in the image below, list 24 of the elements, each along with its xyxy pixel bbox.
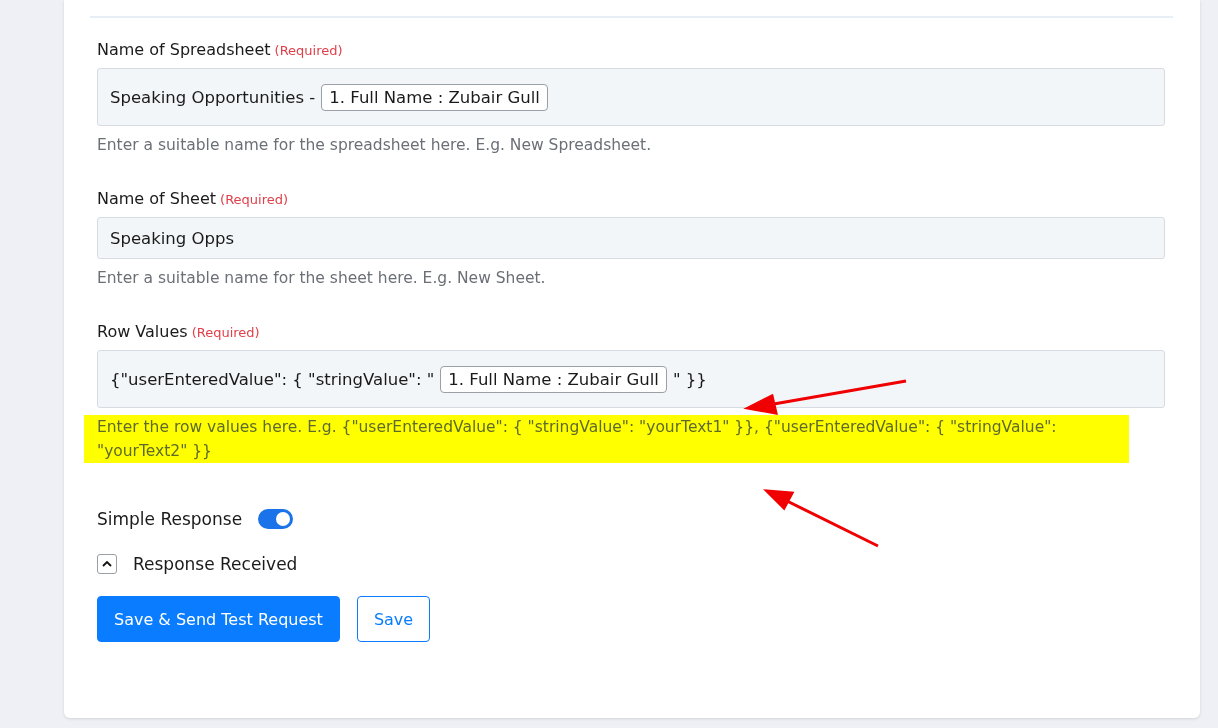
- highlighted-help-text: Enter the row values here. E.g. {"userEnteredValue": { "stringValue": "yourText1" }}, {"userEnteredValue": { "stringValue": "yourText2" }}: [84, 415, 1129, 463]
- required-note: (Required): [220, 192, 289, 207]
- input-field[interactable]: {"userEnteredValue": { "stringValue": " 1. Full Name : Zubair Gull " }}: [97, 350, 1165, 408]
- field-text: Speaking Opportunities -: [110, 87, 316, 107]
- input-field[interactable]: Speaking Opps: [97, 217, 1165, 259]
- toggle-switch[interactable]: [258, 509, 294, 529]
- field-token[interactable]: 1. Full Name : Zubair Gull: [440, 365, 667, 393]
- help-text: Enter a suitable name for the spreadsheet here. E.g. New Spreadsheet.: [97, 135, 653, 156]
- help-text: Enter a suitable name for the sheet here. E.g. New Sheet.: [97, 268, 547, 289]
- field-label: Name of Spreadsheet: [97, 40, 271, 59]
- field-label: Row Values: [97, 322, 188, 341]
- required-note: (Required): [274, 43, 343, 58]
- input-field[interactable]: Speaking Opportunities - 1. Full Name : Zubair Gull: [97, 68, 1165, 126]
- field-label: Name of Sheet: [97, 189, 217, 208]
- save-button[interactable]: Save: [356, 596, 431, 642]
- field-text: Speaking Opps: [110, 228, 235, 248]
- toggle-label: Simple Response: [97, 509, 243, 529]
- required-note: (Required): [191, 325, 260, 340]
- field-text: {"userEnteredValue": { "stringValue": ": [110, 369, 435, 389]
- chevron-icon[interactable]: [97, 554, 117, 574]
- field-token[interactable]: 1. Full Name : Zubair Gull: [321, 83, 548, 111]
- save-and-send-button[interactable]: Save & Send Test Request: [97, 596, 340, 642]
- field-text: " }}: [672, 369, 707, 389]
- section-title: Response Received: [133, 554, 298, 574]
